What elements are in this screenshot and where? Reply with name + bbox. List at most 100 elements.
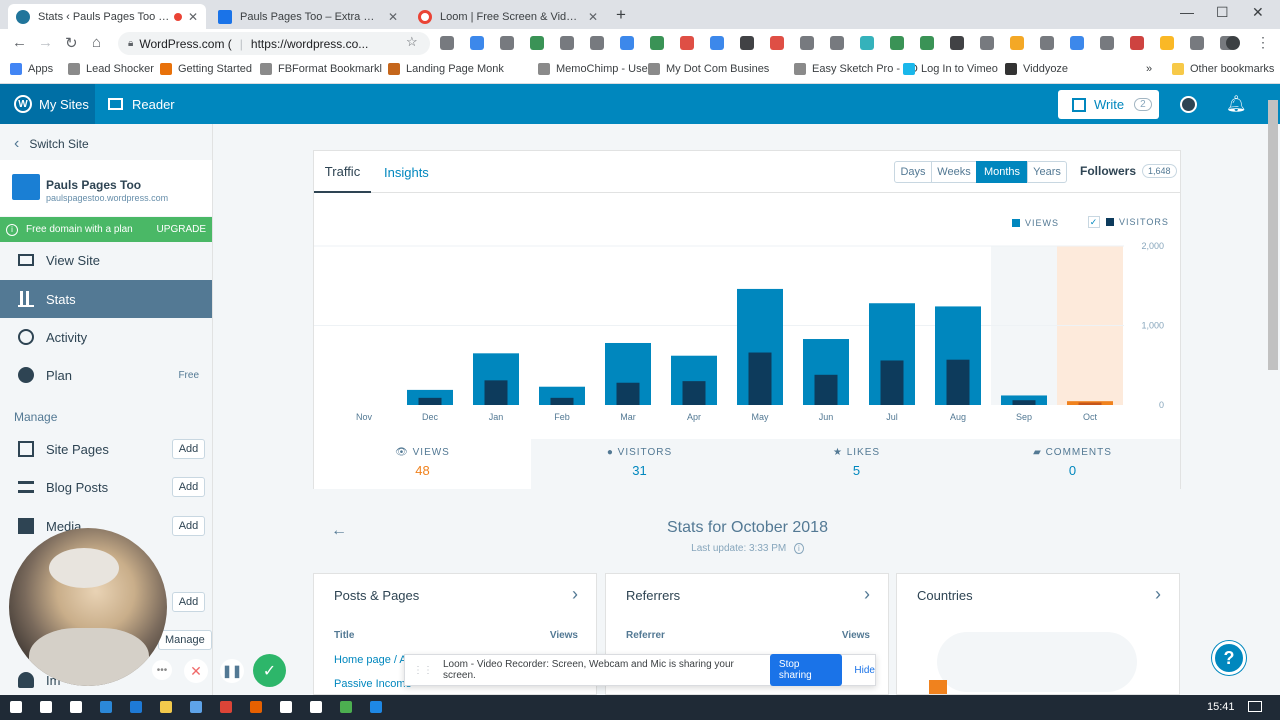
taskbar-app-icon[interactable] (40, 701, 52, 713)
minimize-icon[interactable]: — (1180, 4, 1194, 20)
extension-icon[interactable] (620, 36, 634, 50)
bookmark-item[interactable]: FBFormat Bookmarkl (260, 63, 382, 75)
profile-avatar[interactable] (1226, 36, 1240, 50)
write-button[interactable]: Write 2 (1058, 90, 1159, 119)
taskbar-app-icon[interactable] (280, 701, 292, 713)
finish-recording-icon[interactable]: ✓ (253, 654, 286, 687)
extension-icon[interactable] (980, 36, 994, 50)
extension-icon[interactable] (920, 36, 934, 50)
bookmark-item[interactable]: MemoChimp - User (538, 63, 651, 75)
url-input[interactable]: 🔒︎ WordPress.com ( | https://wordpress.c… (118, 32, 430, 55)
sidebar-item-site-pages[interactable]: Site Pages Add (0, 430, 212, 468)
tab-loom[interactable]: Loom | Free Screen & Video Rec ✕ (410, 4, 606, 29)
sidebar-item-view-site[interactable]: View Site (0, 241, 212, 279)
chevron-right-icon[interactable]: › (1155, 584, 1161, 605)
hide-button[interactable]: Hide (854, 665, 875, 676)
info-icon[interactable]: i (794, 543, 804, 554)
extension-icon[interactable] (890, 36, 904, 50)
chevron-right-icon[interactable]: › (572, 584, 578, 605)
sidebar-item-stats[interactable]: Stats (0, 280, 212, 318)
add-post-button[interactable]: Add (172, 477, 205, 497)
bookmark-item[interactable]: Easy Sketch Pro - LO (794, 63, 918, 75)
extension-icon[interactable] (1130, 36, 1144, 50)
switch-site-link[interactable]: ‹ Switch Site (14, 135, 89, 153)
add-button[interactable]: Add (172, 592, 205, 612)
notifications-icon[interactable]: 🔔︎ (1226, 94, 1246, 114)
summary-visitors[interactable]: ● VISITORS 31 (531, 439, 748, 489)
period-weeks[interactable]: Weeks (931, 161, 977, 183)
new-tab-icon[interactable]: + (616, 5, 626, 25)
period-months[interactable]: Months (976, 161, 1028, 183)
extension-icon[interactable] (1070, 36, 1084, 50)
extension-icon[interactable] (1010, 36, 1024, 50)
window-close-icon[interactable]: ✕ (1252, 4, 1264, 21)
avatar[interactable] (1180, 96, 1197, 113)
taskbar-app-icon[interactable] (160, 701, 172, 713)
extension-icon[interactable] (680, 36, 694, 50)
extension-icon[interactable] (1100, 36, 1114, 50)
extension-icon[interactable] (860, 36, 874, 50)
add-page-button[interactable]: Add (172, 439, 205, 459)
help-icon[interactable]: ? (1212, 641, 1246, 675)
tab-stats[interactable]: Stats ‹ Pauls Pages Too — W ✕ (8, 4, 206, 29)
extension-icon[interactable] (560, 36, 574, 50)
post-link[interactable]: Home page / Ar (334, 654, 410, 666)
upgrade-link[interactable]: UPGRADE (157, 224, 206, 235)
tab-insights[interactable]: Insights (384, 151, 429, 193)
taskbar-app-icon[interactable] (250, 701, 262, 713)
taskbar-app-icon[interactable] (190, 701, 202, 713)
cancel-recording-icon[interactable]: ✕ (184, 659, 208, 683)
webcam-bubble[interactable] (9, 528, 167, 686)
extension-icon[interactable] (590, 36, 604, 50)
more-bookmarks-icon[interactable]: » (1146, 63, 1152, 75)
extension-icon[interactable] (1160, 36, 1174, 50)
tab-traffic[interactable]: Traffic (314, 151, 371, 193)
extension-icon[interactable] (470, 36, 484, 50)
taskbar-app-icon[interactable] (340, 701, 352, 713)
extension-icon[interactable] (740, 36, 754, 50)
extension-icon[interactable] (500, 36, 514, 50)
forward-icon[interactable]: → (38, 34, 53, 51)
add-media-button[interactable]: Add (172, 516, 205, 536)
more-options-icon[interactable]: ••• (152, 660, 172, 680)
taskbar-app-icon[interactable] (310, 701, 322, 713)
stats-chart[interactable]: 0 1,000 2,000 Nov Dec Jan Feb Mar Apr May Jun Jul Au… (314, 194, 1180, 438)
sidebar-item-activity[interactable]: Activity (0, 318, 212, 356)
drag-handle-icon[interactable]: ⋮⋮ (413, 665, 433, 676)
bookmark-item[interactable]: Log In to Vimeo (903, 63, 998, 75)
taskbar-app-icon[interactable] (100, 701, 112, 713)
taskbar-app-icon[interactable] (130, 701, 142, 713)
stop-sharing-button[interactable]: Stop sharing (769, 654, 843, 686)
extension-icon[interactable] (440, 36, 454, 50)
bookmark-item[interactable]: Apps (10, 63, 53, 75)
other-bookmarks[interactable]: Other bookmarks (1172, 63, 1274, 75)
maximize-icon[interactable]: ☐ (1216, 4, 1229, 21)
extension-icon[interactable] (1040, 36, 1054, 50)
reader-button[interactable]: Reader (108, 84, 175, 124)
sidebar-item-blog-posts[interactable]: Blog Posts Add (0, 468, 212, 506)
windows-start-icon[interactable] (10, 701, 22, 713)
extension-icon[interactable] (650, 36, 664, 50)
home-icon[interactable]: ⌂ (92, 34, 101, 51)
notifications-center-icon[interactable] (1248, 701, 1262, 712)
extension-icon[interactable] (830, 36, 844, 50)
bookmark-item[interactable]: Getting Started (160, 63, 252, 75)
back-arrow-icon[interactable]: ← (331, 522, 347, 540)
bookmark-item[interactable]: My Dot Com Busines (648, 63, 769, 75)
period-years[interactable]: Years (1027, 161, 1067, 183)
taskbar-app-icon[interactable] (70, 701, 82, 713)
tab-extra-content[interactable]: Pauls Pages Too – Extra Content ✕ (210, 4, 406, 29)
summary-views[interactable]: 👁︎ VIEWS 48 (314, 439, 531, 489)
taskbar-app-icon[interactable] (220, 701, 232, 713)
period-days[interactable]: Days (894, 161, 932, 183)
my-sites-button[interactable]: W My Sites (0, 84, 95, 124)
bookmark-star-icon[interactable]: ☆ (406, 34, 418, 50)
extension-icon[interactable] (710, 36, 724, 50)
summary-likes[interactable]: ★ LIKES 5 (748, 439, 965, 489)
close-icon[interactable]: ✕ (388, 10, 398, 24)
bookmark-item[interactable]: Landing Page Monk (388, 63, 504, 75)
extension-icon[interactable] (1190, 36, 1204, 50)
pause-icon[interactable]: ❚❚ (220, 659, 244, 683)
bookmark-item[interactable]: Viddyoze (1005, 63, 1068, 75)
reload-icon[interactable]: ↻ (65, 34, 78, 52)
